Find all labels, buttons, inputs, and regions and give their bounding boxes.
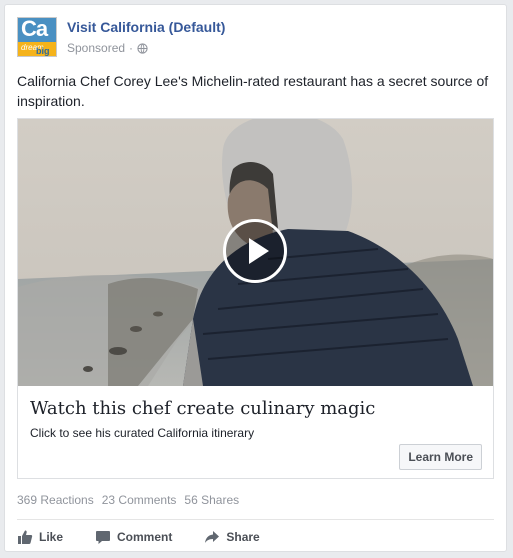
like-button[interactable]: Like <box>17 529 63 545</box>
ad-headline[interactable]: Watch this chef create culinary magic <box>30 398 375 419</box>
thumbs-up-icon <box>18 530 33 544</box>
page-name-link[interactable]: Visit California (Default) <box>67 19 225 35</box>
ad-description: Click to see his curated California itin… <box>30 426 255 440</box>
ad-attachment[interactable]: Watch this chef create culinary magic Cl… <box>17 118 494 479</box>
comments-count[interactable]: 23 Comments <box>102 493 177 507</box>
comment-bubble-icon <box>96 531 111 544</box>
ad-link-area[interactable]: Watch this chef create culinary magic Cl… <box>18 386 493 478</box>
share-label: Share <box>226 530 260 544</box>
shares-count[interactable]: 56 Shares <box>184 493 239 507</box>
sponsored-post-card: Ca dream big Visit California (Default) … <box>4 4 507 552</box>
learn-more-button[interactable]: Learn More <box>399 444 482 470</box>
divider <box>17 519 494 520</box>
reactions-count[interactable]: 369 Reactions <box>17 493 94 507</box>
post-header: Ca dream big Visit California (Default) … <box>17 17 487 63</box>
separator-dot: · <box>129 41 134 55</box>
sponsored-text[interactable]: Sponsored <box>67 41 125 55</box>
logo-text: Ca <box>21 17 48 41</box>
share-button[interactable]: Share <box>204 529 260 545</box>
comment-label: Comment <box>117 530 173 544</box>
page-avatar[interactable]: Ca dream big <box>17 17 57 57</box>
comment-button[interactable]: Comment <box>95 529 172 545</box>
post-actions: Like Comment Share <box>17 525 292 549</box>
play-icon[interactable] <box>223 219 287 283</box>
logo-sub-text-2: big <box>36 46 50 56</box>
share-arrow-icon <box>205 531 220 543</box>
post-message: California Chef Corey Lee's Michelin-rat… <box>17 73 489 109</box>
like-label: Like <box>39 530 64 544</box>
video-thumbnail[interactable] <box>18 119 493 386</box>
sponsored-label: Sponsored · <box>67 41 148 55</box>
globe-icon <box>137 42 148 54</box>
engagement-stats: 369 Reactions 23 Comments 56 Shares <box>17 493 239 507</box>
